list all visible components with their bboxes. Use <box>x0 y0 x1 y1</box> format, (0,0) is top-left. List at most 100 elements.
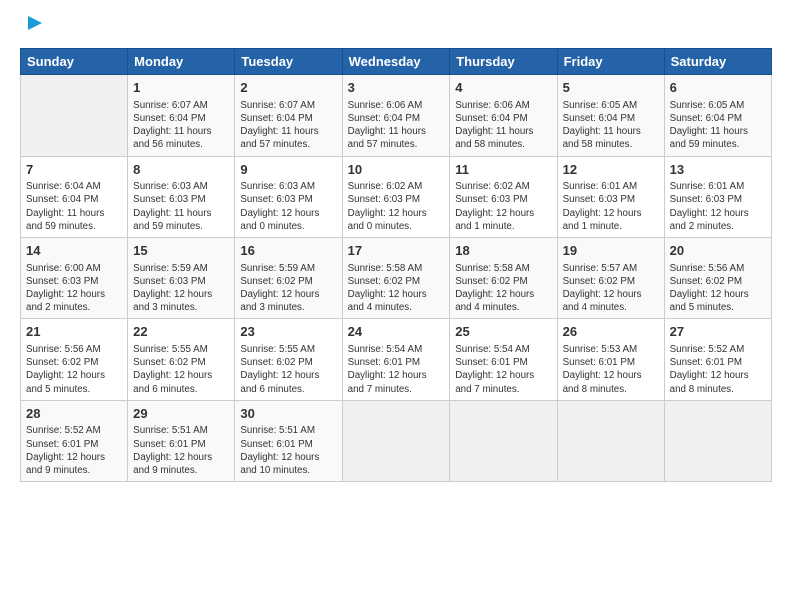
calendar-cell: 5 Sunrise: 6:05 AMSunset: 6:04 PMDaylight… <box>557 75 664 156</box>
day-info: Sunrise: 5:53 AMSunset: 6:01 PMDaylight:… <box>563 343 659 396</box>
calendar-table: SundayMondayTuesdayWednesdayThursdayFrid… <box>20 48 772 482</box>
day-info: Sunrise: 5:51 AMSunset: 6:01 PMDaylight:… <box>133 424 229 477</box>
day-info-line: and 8 minutes. <box>670 384 734 395</box>
day-info-line: Sunrise: 5:55 AM <box>240 344 315 355</box>
day-info-line: Daylight: 12 hours <box>240 452 319 463</box>
day-info-line: and 56 minutes. <box>133 139 203 150</box>
day-info-line: Daylight: 12 hours <box>563 208 642 219</box>
calendar-body: 1Sunrise: 6:07 AMSunset: 6:04 PMDaylight… <box>21 75 772 482</box>
calendar-cell: 8Sunrise: 6:03 AMSunset: 6:03 PMDaylight… <box>128 156 235 237</box>
day-info-line: Daylight: 12 hours <box>240 289 319 300</box>
day-info-line: Sunrise: 5:59 AM <box>240 263 315 274</box>
day-info: Sunrise: 6:03 AMSunset: 6:03 PMDaylight:… <box>133 180 229 233</box>
day-info-line: and 7 minutes. <box>348 384 412 395</box>
day-number: 18 <box>455 242 551 260</box>
day-number: 22 <box>133 323 229 341</box>
day-info-line: Sunrise: 5:57 AM <box>563 263 638 274</box>
day-info-line: and 6 minutes. <box>240 384 304 395</box>
day-number: 14 <box>26 242 122 260</box>
calendar-cell: 2Sunrise: 6:07 AMSunset: 6:04 PMDaylight… <box>235 75 342 156</box>
day-info-line: Daylight: 12 hours <box>455 370 534 381</box>
day-info-line: Sunset: 6:03 PM <box>133 276 205 287</box>
day-info-line: Sunset: 6:01 PM <box>348 357 420 368</box>
day-number: 28 <box>26 405 122 423</box>
day-info-line: Sunset: 6:02 PM <box>348 276 420 287</box>
day-info-line: Sunrise: 5:58 AM <box>455 263 530 274</box>
day-info-line: Daylight: 12 hours <box>670 289 749 300</box>
calendar-cell: 4Sunrise: 6:06 AMSunset: 6:04 PMDaylight… <box>450 75 557 156</box>
day-info-line: Sunrise: 5:53 AM <box>563 344 638 355</box>
weekday-header-monday: Monday <box>128 49 235 75</box>
day-info-line: Sunset: 6:03 PM <box>670 194 742 205</box>
day-number: 4 <box>455 79 551 97</box>
calendar-cell: 27Sunrise: 5:52 AMSunset: 6:01 PMDayligh… <box>664 319 771 400</box>
day-info: Sunrise: 5:52 AMSunset: 6:01 PMDaylight:… <box>26 424 122 477</box>
day-info-line: and 1 minute. <box>563 221 622 232</box>
day-info-line: Sunset: 6:02 PM <box>133 357 205 368</box>
day-info: Sunrise: 5:59 AMSunset: 6:03 PMDaylight:… <box>133 262 229 315</box>
day-info-line: Daylight: 11 hours <box>240 126 318 137</box>
day-info-line: Sunrise: 6:01 AM <box>563 181 638 192</box>
calendar-cell: 28Sunrise: 5:52 AMSunset: 6:01 PMDayligh… <box>21 400 128 481</box>
calendar-week-row: 14Sunrise: 6:00 AMSunset: 6:03 PMDayligh… <box>21 238 772 319</box>
day-info: Sunrise: 5:51 AMSunset: 6:01 PMDaylight:… <box>240 424 336 477</box>
day-number: 3 <box>348 79 445 97</box>
calendar-cell <box>342 400 450 481</box>
day-info-line: Sunrise: 6:07 AM <box>133 100 208 111</box>
calendar-week-row: 1Sunrise: 6:07 AMSunset: 6:04 PMDaylight… <box>21 75 772 156</box>
day-number: 7 <box>26 161 122 179</box>
calendar-cell: 20Sunrise: 5:56 AMSunset: 6:02 PMDayligh… <box>664 238 771 319</box>
calendar-cell: 14Sunrise: 6:00 AMSunset: 6:03 PMDayligh… <box>21 238 128 319</box>
day-info-line: Sunset: 6:04 PM <box>563 113 635 124</box>
day-info-line: Daylight: 12 hours <box>240 370 319 381</box>
calendar-cell: 16Sunrise: 5:59 AMSunset: 6:02 PMDayligh… <box>235 238 342 319</box>
day-info-line: Daylight: 12 hours <box>563 370 642 381</box>
day-info-line: Daylight: 12 hours <box>26 452 105 463</box>
day-info-line: Daylight: 11 hours <box>563 126 641 137</box>
day-info: Sunrise: 5:54 AMSunset: 6:01 PMDaylight:… <box>348 343 445 396</box>
calendar-cell: 3 Sunrise: 6:06 AMSunset: 6:04 PMDaylight… <box>342 75 450 156</box>
day-info-line: Daylight: 11 hours <box>670 126 748 137</box>
day-info-line: and 2 minutes. <box>670 221 734 232</box>
day-info-line: and 9 minutes. <box>133 465 197 476</box>
day-info-line: Sunrise: 6:05 AM <box>670 100 745 111</box>
day-info-line: and 9 minutes. <box>26 465 90 476</box>
day-info-line: Sunset: 6:02 PM <box>240 276 312 287</box>
day-number: 29 <box>133 405 229 423</box>
day-number: 19 <box>563 242 659 260</box>
day-info: Sunrise: 5:55 AMSunset: 6:02 PMDaylight:… <box>133 343 229 396</box>
day-info-line: Sunrise: 5:55 AM <box>133 344 208 355</box>
day-info-line: Sunrise: 5:56 AM <box>26 344 101 355</box>
day-info-line: and 57 minutes. <box>240 139 310 150</box>
header <box>20 16 772 40</box>
day-info-line: Sunset: 6:04 PM <box>348 113 420 124</box>
day-number: 5 <box>563 79 659 97</box>
day-info-line: Sunrise: 6:04 AM <box>26 181 101 192</box>
day-info-line: and 5 minutes. <box>26 384 90 395</box>
weekday-header-sunday: Sunday <box>21 49 128 75</box>
day-info: Sunrise: 6:05 AMSunset: 6:04 PMDaylight:… <box>563 99 659 152</box>
calendar-cell: 23Sunrise: 5:55 AMSunset: 6:02 PMDayligh… <box>235 319 342 400</box>
day-info: Sunrise: 5:57 AMSunset: 6:02 PMDaylight:… <box>563 262 659 315</box>
day-info-line: and 58 minutes. <box>455 139 525 150</box>
day-info-line: Sunrise: 5:52 AM <box>26 425 101 436</box>
day-info-line: Sunrise: 6:02 AM <box>348 181 423 192</box>
day-info-line: Daylight: 11 hours <box>133 126 211 137</box>
day-info-line: Sunset: 6:04 PM <box>133 113 205 124</box>
day-info: Sunrise: 6:06 AMSunset: 6:04 PMDaylight:… <box>348 99 445 152</box>
calendar-cell: 30Sunrise: 5:51 AMSunset: 6:01 PMDayligh… <box>235 400 342 481</box>
day-info-line: Daylight: 12 hours <box>670 370 749 381</box>
day-number: 15 <box>133 242 229 260</box>
day-info-line: Daylight: 12 hours <box>133 289 212 300</box>
day-info-line: Sunset: 6:02 PM <box>563 276 635 287</box>
day-info-line: Daylight: 11 hours <box>26 208 104 219</box>
day-info-line: and 4 minutes. <box>348 302 412 313</box>
day-info-line: and 4 minutes. <box>455 302 519 313</box>
calendar-cell: 22Sunrise: 5:55 AMSunset: 6:02 PMDayligh… <box>128 319 235 400</box>
day-info-line: Sunset: 6:03 PM <box>240 194 312 205</box>
logo-arrow-icon <box>24 12 46 34</box>
day-info-line: Sunset: 6:01 PM <box>240 439 312 450</box>
calendar-cell <box>21 75 128 156</box>
day-number: 11 <box>455 161 551 179</box>
calendar-cell: 9Sunrise: 6:03 AMSunset: 6:03 PMDaylight… <box>235 156 342 237</box>
